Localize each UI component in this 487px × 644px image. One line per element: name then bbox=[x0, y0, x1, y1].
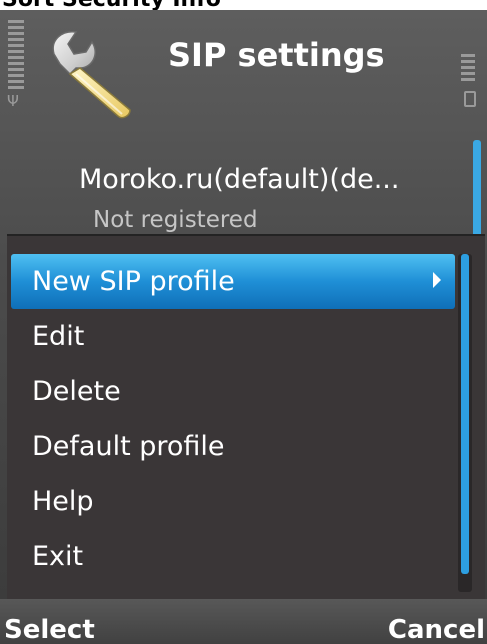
menu-item-help[interactable]: Help bbox=[7, 474, 455, 529]
cancel-softkey[interactable]: Cancel bbox=[388, 615, 485, 644]
battery-glyph-icon bbox=[464, 91, 476, 107]
options-menu-list: New SIP profile Edit Delete Default prof… bbox=[7, 254, 455, 584]
profile-status: Not registered bbox=[93, 207, 258, 233]
signal-strength-icon bbox=[8, 20, 24, 92]
wrench-icon bbox=[52, 31, 131, 119]
antenna-icon: Ψ bbox=[7, 92, 19, 110]
menu-item-label: Delete bbox=[32, 376, 121, 407]
menu-item-new-sip-profile[interactable]: New SIP profile bbox=[11, 254, 455, 309]
softkey-bar: Select Cancel bbox=[0, 599, 487, 644]
select-softkey[interactable]: Select bbox=[4, 615, 95, 644]
top-strip-text: Sort Security Info bbox=[2, 0, 221, 10]
menu-item-label: Default profile bbox=[32, 431, 225, 462]
menu-item-delete[interactable]: Delete bbox=[7, 364, 455, 419]
menu-item-label: Help bbox=[32, 486, 94, 517]
phone-screen: Ψ SIP settings Moroko.ru(default)(de... … bbox=[0, 10, 487, 644]
list-item[interactable]: Moroko.ru(default)(de... Not registered bbox=[0, 142, 487, 238]
menu-item-label: New SIP profile bbox=[32, 266, 235, 297]
battery-icon bbox=[461, 54, 475, 84]
menu-item-label: Exit bbox=[32, 541, 84, 572]
menu-item-edit[interactable]: Edit bbox=[7, 309, 455, 364]
profile-name: Moroko.ru(default)(de... bbox=[79, 164, 400, 195]
menu-item-default-profile[interactable]: Default profile bbox=[7, 419, 455, 474]
list-scrollbar[interactable] bbox=[473, 140, 481, 238]
chevron-right-icon bbox=[433, 272, 441, 288]
menu-scrollbar-thumb[interactable] bbox=[461, 254, 469, 574]
menu-item-label: Edit bbox=[32, 321, 85, 352]
top-strip: Sort Security Info bbox=[0, 0, 487, 10]
menu-item-exit[interactable]: Exit bbox=[7, 529, 455, 584]
page-title: SIP settings bbox=[168, 36, 385, 74]
options-menu: New SIP profile Edit Delete Default prof… bbox=[7, 234, 485, 599]
